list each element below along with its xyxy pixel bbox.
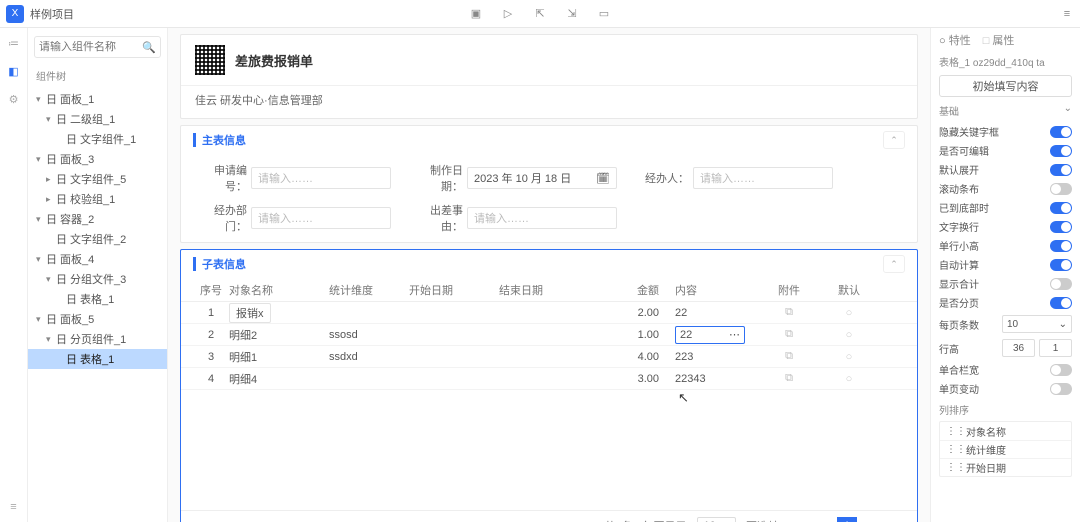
tree-node[interactable]: ▸日 文字组件_5	[28, 169, 167, 189]
calendar-icon: 🗓	[596, 172, 610, 185]
rail-cube-icon[interactable]: ◧	[7, 64, 21, 78]
toggle-colw[interactable]	[1050, 364, 1072, 376]
row-height-input[interactable]: 36	[1002, 339, 1035, 357]
tree-node[interactable]: 日 文字组件_1	[28, 129, 167, 149]
column-order-list: ⋮⋮ 对象名称 ⋮⋮ 统计维度 ⋮⋮ 开始日期	[939, 421, 1072, 477]
init-content-button[interactable]: 初始填写内容	[939, 75, 1072, 97]
page-last[interactable]: »	[885, 517, 905, 522]
tree-node-panel3[interactable]: ▾日 面板_3	[28, 149, 167, 169]
toggle-minh[interactable]	[1050, 240, 1072, 252]
page-next[interactable]: ›	[861, 517, 881, 522]
component-tree: ▾日 面板_1 ▾日 二级组_1 日 文字组件_1 ▾日 面板_3 ▸日 文字组…	[28, 89, 167, 369]
tree-node-panel1[interactable]: ▾日 面板_1	[28, 89, 167, 109]
rail-list-icon[interactable]: ≔	[7, 36, 21, 50]
toggle-scroll[interactable]	[1050, 183, 1072, 195]
per-page-select[interactable]: 10⌄	[697, 517, 736, 522]
page-current[interactable]: 1	[837, 517, 857, 522]
form-title: 差旅费报销单	[235, 51, 313, 70]
app-logo: X	[6, 5, 24, 23]
person-input[interactable]: 请输入……	[693, 167, 833, 189]
tree-section-label: 组件树	[28, 62, 167, 89]
sub-info-title: 子表信息	[202, 256, 246, 272]
search-icon: 🔍	[142, 41, 156, 54]
toggle-expand[interactable]	[1050, 164, 1072, 176]
tree-node-panel4[interactable]: ▾日 面板_4	[28, 249, 167, 269]
toggle-dyn[interactable]	[1050, 383, 1072, 395]
toggle-hide-key[interactable]	[1050, 126, 1072, 138]
row-height-step[interactable]: 1	[1039, 339, 1072, 357]
toggle-bottom[interactable]	[1050, 202, 1072, 214]
radio-icon: ○	[846, 307, 853, 319]
table-row[interactable]: 1报销x2.0022⧉○	[181, 302, 917, 324]
tree-node-selected[interactable]: 日 表格_1	[28, 349, 167, 369]
tab-props[interactable]: 属性	[983, 32, 1015, 48]
attach-icon: ⧉	[785, 328, 793, 340]
toggle-auto[interactable]	[1050, 259, 1072, 271]
page-first[interactable]: «	[789, 517, 809, 522]
main-info-title: 主表信息	[202, 132, 246, 148]
attach-icon: ⧉	[785, 306, 793, 318]
menu-icon[interactable]: ≡	[1060, 7, 1074, 21]
dept-input[interactable]: 请输入……	[251, 207, 391, 229]
code-input[interactable]: 请输入……	[251, 167, 391, 189]
toggle-editable[interactable]	[1050, 145, 1072, 157]
content-edit-input[interactable]: 22⋯	[675, 326, 745, 344]
table-header: 序号 对象名称 统计维度 开始日期 结束日期 金额 内容 附件 默认	[181, 278, 917, 302]
export-icon[interactable]: ⇱	[533, 7, 547, 21]
date-input[interactable]: 2023 年 10 月 18 日🗓	[467, 167, 617, 189]
component-search[interactable]: 🔍	[34, 36, 161, 58]
page-size-select[interactable]: 10⌄	[1002, 315, 1072, 333]
qr-code-icon	[195, 45, 225, 75]
tree-node-container2[interactable]: ▾日 容器_2	[28, 209, 167, 229]
save-icon[interactable]: ▣	[469, 7, 483, 21]
radio-icon: ○	[846, 329, 853, 341]
radio-icon: ○	[846, 351, 853, 363]
device-icon[interactable]: ▭	[597, 7, 611, 21]
toggle-wrap[interactable]	[1050, 221, 1072, 233]
tree-node[interactable]: 日 表格_1	[28, 289, 167, 309]
collapse-icon[interactable]: ⌃	[883, 131, 905, 149]
rail-collapse-icon[interactable]: ≡	[7, 500, 21, 514]
tree-node[interactable]: ▾日 分组文件_3	[28, 269, 167, 289]
tree-node-panel5[interactable]: ▾日 面板_5	[28, 309, 167, 329]
tree-node[interactable]: ▾日 分页组件_1	[28, 329, 167, 349]
project-title: 样例项目	[30, 6, 74, 22]
toggle-total[interactable]	[1050, 278, 1072, 290]
list-item[interactable]: ⋮⋮ 开始日期	[940, 458, 1071, 476]
rail-gear-icon[interactable]: ⚙	[7, 92, 21, 106]
tree-node[interactable]: 日 文字组件_2	[28, 229, 167, 249]
list-item[interactable]: ⋮⋮ 对象名称	[940, 422, 1071, 440]
pager: 共0条 每页显示 10⌄ 页选址 « ‹ 1 › »	[181, 510, 917, 522]
collapse-icon[interactable]: ⌃	[883, 255, 905, 273]
page-prev[interactable]: ‹	[813, 517, 833, 522]
tab-features[interactable]: 特性	[939, 32, 971, 48]
play-icon[interactable]: ▷	[501, 7, 515, 21]
table-row[interactable]: 3明细1ssdxd4.00223⧉○	[181, 346, 917, 368]
form-subtitle: 佳云 研发中心·信息管理部	[181, 85, 917, 118]
reason-input[interactable]: 请输入……	[467, 207, 617, 229]
table-row[interactable]: 2明细2ssosd1.0022⋯⧉○	[181, 324, 917, 346]
list-item[interactable]: ⋮⋮ 统计维度	[940, 440, 1071, 458]
import-icon[interactable]: ⇲	[565, 7, 579, 21]
radio-icon: ○	[846, 373, 853, 385]
tree-node[interactable]: ▾日 二级组_1	[28, 109, 167, 129]
attach-icon: ⧉	[785, 372, 793, 384]
tree-node[interactable]: ▸日 校验组_1	[28, 189, 167, 209]
component-id: 表格_1 oz29dd_410q ta	[939, 54, 1072, 69]
search-input[interactable]	[39, 41, 142, 53]
attach-icon: ⧉	[785, 350, 793, 362]
table-row[interactable]: 4明细43.0022343⧉○	[181, 368, 917, 390]
toggle-paging[interactable]	[1050, 297, 1072, 309]
